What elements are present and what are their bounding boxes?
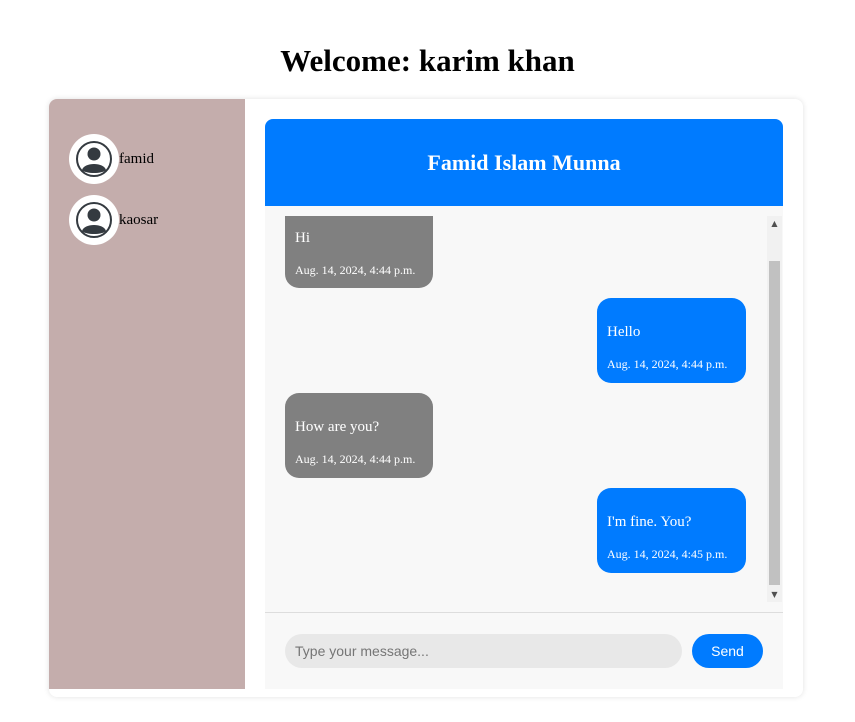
contact-kaosar[interactable]: kaosar (69, 195, 158, 245)
message-text: How are you? (295, 419, 380, 435)
user-avatar-icon (76, 141, 112, 177)
contact-famid[interactable]: famid (69, 134, 154, 184)
contact-name: kaosar (119, 211, 159, 228)
message-sent: I'm fine. You? Aug. 14, 2024, 4:45 p.m. (597, 488, 746, 573)
send-button[interactable]: Send (692, 634, 763, 668)
chat-header: Famid Islam Munna (265, 119, 783, 206)
scroll-thumb[interactable] (769, 261, 780, 585)
user-avatar-icon (76, 202, 112, 238)
message-text: I'm fine. You? (607, 514, 692, 530)
scroll-up-arrow-icon[interactable]: ▲ (767, 216, 782, 231)
contact-name: famid (119, 150, 154, 167)
message-sent: Hello Aug. 14, 2024, 4:44 p.m. (597, 298, 746, 383)
chat-app: famid kaosar Famid Islam Munna Hi Aug. 1… (49, 99, 803, 697)
avatar (69, 134, 119, 184)
message-time: Aug. 14, 2024, 4:44 p.m. (607, 357, 728, 371)
message-composer: Send (265, 612, 783, 689)
message-time: Aug. 14, 2024, 4:44 p.m. (295, 452, 416, 466)
message-received: Hi Aug. 14, 2024, 4:44 p.m. (285, 216, 433, 288)
message-text: Hello (607, 324, 641, 340)
message-time: Aug. 14, 2024, 4:44 p.m. (295, 263, 416, 277)
scrollbar[interactable]: ▲ ▼ (767, 216, 782, 602)
message-input[interactable] (285, 634, 682, 668)
message-list[interactable]: Hi Aug. 14, 2024, 4:44 p.m. Hello Aug. 1… (265, 216, 783, 602)
avatar (69, 195, 119, 245)
contacts-sidebar: famid kaosar (49, 99, 245, 689)
chat-panel: Famid Islam Munna Hi Aug. 14, 2024, 4:44… (265, 119, 783, 689)
message-time: Aug. 14, 2024, 4:45 p.m. (607, 547, 728, 561)
message-text: Hi (295, 230, 310, 246)
message-received: How are you? Aug. 14, 2024, 4:44 p.m. (285, 393, 433, 478)
scroll-down-arrow-icon[interactable]: ▼ (767, 587, 782, 602)
page-title: Welcome: karim khan (280, 42, 575, 78)
